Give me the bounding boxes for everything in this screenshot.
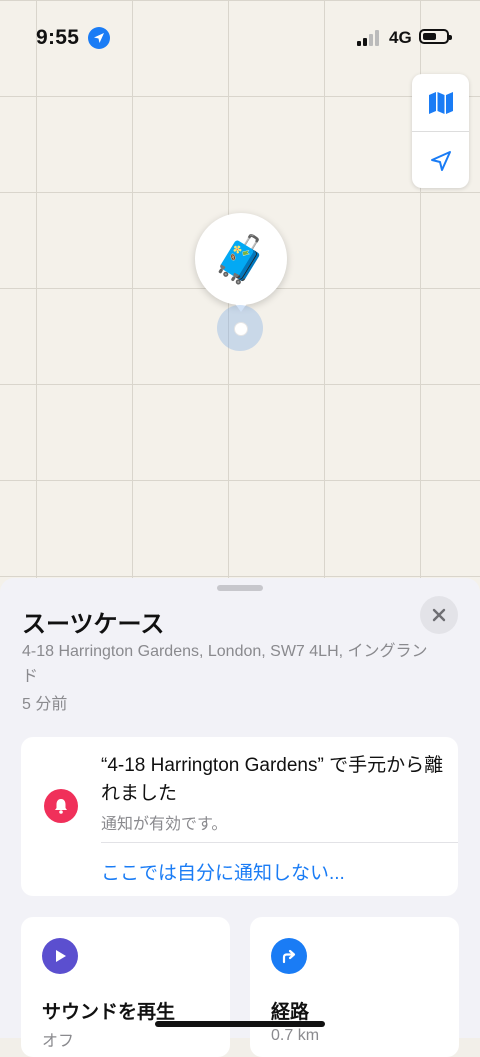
close-button[interactable] [420, 596, 458, 634]
location-services-icon [88, 27, 110, 49]
map-icon [428, 91, 453, 114]
alert-subtitle: 通知が有効です。 [101, 816, 228, 833]
suitcase-icon: 🧳 [212, 233, 270, 285]
play-icon [42, 938, 78, 974]
item-map-pin[interactable]: 🧳 [195, 213, 287, 305]
directions-icon [271, 938, 307, 974]
play-sound-status: オフ [42, 1033, 75, 1050]
directions-card[interactable]: 経路 0.7 km [250, 917, 459, 1057]
item-detail-sheet: スーツケース 4-18 Harrington Gardens, London, … [0, 578, 480, 1057]
network-type: 4G [389, 28, 412, 47]
play-sound-label: サウンドを再生 [42, 1002, 176, 1023]
item-name: スーツケース [22, 611, 165, 638]
status-bar: 9:55 4G [0, 0, 480, 60]
separation-alert-card: “4-18 Harrington Gardens” で手元から離れました 通知が… [21, 737, 458, 896]
alert-title: “4-18 Harrington Gardens” で手元から離れました [101, 755, 444, 804]
item-address: 4-18 Harrington Gardens, London, SW7 4LH… [22, 643, 428, 685]
dont-notify-here-link[interactable]: ここでは自分に通知しない... [101, 858, 345, 885]
bell-icon [44, 789, 78, 823]
status-time: 9:55 [36, 26, 80, 49]
home-indicator[interactable] [155, 1021, 325, 1027]
cellular-signal-icon [357, 30, 379, 46]
location-arrow-icon [430, 150, 451, 171]
play-sound-card[interactable]: サウンドを再生 オフ [21, 917, 230, 1057]
battery-icon [419, 29, 452, 44]
map-controls [412, 74, 469, 188]
map-mode-button[interactable] [412, 74, 469, 131]
close-icon [432, 608, 446, 622]
alert-divider [101, 842, 458, 843]
last-seen: 5 分前 [22, 696, 68, 713]
directions-label: 経路 [271, 1002, 310, 1023]
track-location-button[interactable] [412, 132, 469, 189]
directions-distance: 0.7 km [271, 1027, 320, 1044]
location-dot [234, 322, 248, 336]
sheet-grabber[interactable] [217, 585, 263, 591]
